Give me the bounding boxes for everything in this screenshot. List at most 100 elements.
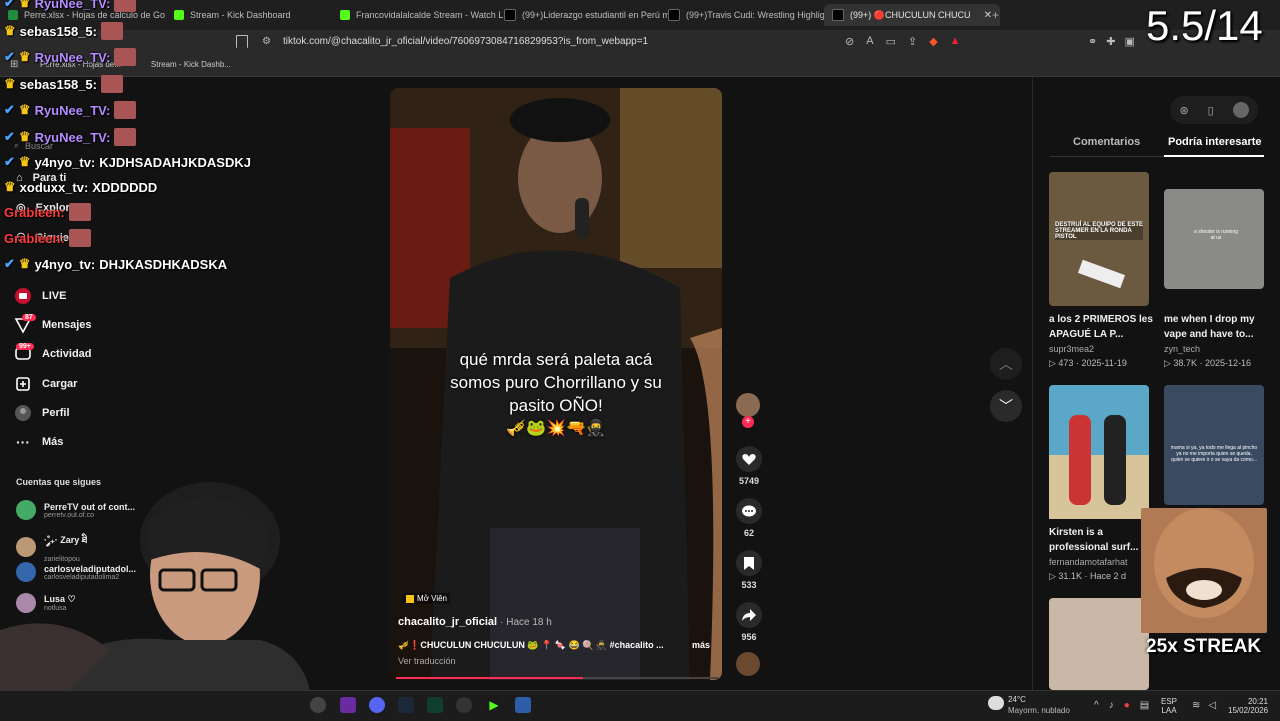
phone-icon[interactable]: ▯	[1208, 104, 1214, 117]
emote-icon	[114, 48, 137, 66]
author-avatar[interactable]	[736, 393, 760, 417]
tab-suggestions[interactable]: Podría interesarte	[1168, 136, 1262, 148]
comment-icon	[736, 498, 762, 524]
tab-tiktok-travis[interactable]: (99+)Travis Cudi: Wrestling Highlight	[660, 4, 836, 26]
video-meta: ▷ 31.1K · Hace 2 d	[1049, 571, 1126, 581]
video-user[interactable]: zyn_tech	[1164, 344, 1200, 354]
chat-message: Grableen:	[4, 203, 91, 221]
extensions-icon[interactable]: ✚	[1106, 35, 1115, 48]
share-count: 956	[741, 632, 757, 642]
bookmark-icon[interactable]	[236, 35, 248, 48]
emote-icon	[68, 203, 91, 221]
video-user[interactable]: fernandamotafarhat	[1049, 557, 1128, 567]
weather-temp[interactable]: 24°C	[1008, 695, 1026, 704]
chat-message: ✔ ♛ RyuNee_TV:	[4, 48, 137, 66]
translate-icon[interactable]: A	[866, 35, 873, 48]
nav-more[interactable]: ··· Más	[14, 433, 63, 451]
share-button[interactable]: 956	[734, 602, 764, 642]
video-user[interactable]: supr3mea2	[1049, 344, 1094, 354]
nav-profile[interactable]: Perfil	[14, 404, 70, 422]
tab-tiktok-active[interactable]: (99+) 🔴CHUCULUN CHUCU ✕	[824, 4, 1000, 26]
wifi-icon[interactable]: ≋	[1192, 700, 1200, 711]
music-disc-icon[interactable]	[736, 652, 760, 676]
caption-line: qué mrda será paleta acá	[459, 350, 653, 369]
emote-icon	[68, 229, 91, 247]
site-settings-icon[interactable]: ⚙	[262, 36, 271, 47]
video-thumbnail[interactable]: a shooter is running at us	[1164, 189, 1264, 289]
folder-icon[interactable]: ▤	[1140, 700, 1149, 711]
coins-icon[interactable]: ⊛	[1179, 104, 1188, 117]
author-name[interactable]: chacalito_jr_oficial	[398, 616, 497, 628]
badge-icon: ✔	[4, 49, 15, 64]
post-time: · Hace 18 h	[500, 617, 552, 628]
steam-icon[interactable]	[398, 697, 414, 713]
url-field[interactable]: tiktok.com/@chacalito_jr_oficial/video/7…	[283, 36, 648, 47]
video-thumbnail[interactable]	[1049, 385, 1149, 519]
weather-desc[interactable]: Mayorm. nublado	[1008, 706, 1070, 715]
cast-icon[interactable]: ▭	[886, 35, 896, 48]
chat-message: ✔ ♛ RyuNee_TV:	[4, 0, 137, 12]
no-tracking-icon[interactable]: ⊘	[845, 35, 854, 48]
more-button[interactable]: más	[692, 640, 710, 650]
record-icon[interactable]: ●	[1124, 700, 1130, 711]
language-layout: LAA	[1161, 706, 1177, 715]
language-indicator[interactable]: ESP LAA	[1161, 697, 1177, 715]
person-image	[1104, 415, 1126, 505]
terminal-icon[interactable]	[427, 697, 443, 713]
share-icon[interactable]: ⇪	[908, 35, 917, 48]
mic-icon[interactable]: ♪	[1109, 700, 1114, 711]
tab-comments[interactable]: Comentarios	[1073, 136, 1140, 148]
messages-badge: 87	[22, 314, 36, 321]
thumbnail-text: DESTRUÍ AL EQUIPO DE ESTE STREAMER EN LA…	[1055, 222, 1144, 240]
user-avatar[interactable]	[1232, 102, 1249, 118]
close-tab-icon[interactable]: ✕	[984, 10, 992, 21]
tab-label: (99+)Travis Cudi: Wrestling Highlight	[686, 10, 833, 20]
settings-icon[interactable]	[456, 697, 472, 713]
bookmark-icon	[736, 550, 762, 576]
tab-kick-dashboard[interactable]: Stream - Kick Dashboard	[166, 4, 342, 26]
video-thumbnail[interactable]: mama si ya, ya todo me llega al pincho y…	[1164, 385, 1264, 505]
tag-label: Mở Viên	[417, 594, 447, 603]
taskbar	[0, 690, 1280, 721]
tab-tiktok-liderazgo[interactable]: (99+)Liderazgo estudiantil en Perú m	[496, 4, 672, 26]
volume-icon[interactable]: ◁	[1208, 700, 1216, 711]
thumbnail-text: mama si ya, ya todo me llega al pincho y…	[1170, 445, 1258, 463]
app-icon[interactable]	[515, 697, 531, 713]
chevron-up-icon[interactable]: ^	[1094, 700, 1099, 711]
video-title[interactable]: Kirsten is a professional surf...	[1049, 525, 1153, 555]
like-button[interactable]: 5749	[734, 446, 764, 486]
video-progress[interactable]	[396, 677, 718, 679]
video-thumbnail[interactable]	[1049, 598, 1149, 690]
chat-message: ✔ ♛ RyuNee_TV:	[4, 128, 137, 146]
video-title[interactable]: a los 2 PRIMEROS les APAGUÉ LA P...	[1049, 312, 1153, 342]
tab-kick-watch[interactable]: Francovidalalcalde Stream - Watch L	[332, 4, 508, 26]
follow-plus-icon[interactable]: +	[742, 416, 754, 428]
comment-button[interactable]: 62	[734, 498, 764, 538]
wallet-icon[interactable]: ▣	[1124, 35, 1134, 48]
save-button[interactable]: 533	[734, 550, 764, 590]
more-icon: ···	[16, 434, 30, 450]
vpn-icon[interactable]: ⚭	[1088, 35, 1097, 48]
clock[interactable]: 20:21 15/02/2026	[1228, 697, 1268, 715]
discord-icon[interactable]	[369, 697, 385, 713]
nav-live[interactable]: LIVE	[14, 287, 66, 305]
nav-label: Mensajes	[42, 319, 92, 331]
upload-icon	[14, 375, 32, 393]
video-tag[interactable]: Mở Viên	[403, 593, 450, 604]
share-arrow-icon	[736, 602, 762, 628]
app-icon[interactable]	[340, 697, 356, 713]
previous-video-button[interactable]: ︿	[990, 348, 1022, 380]
crown-icon: ♛	[18, 0, 31, 10]
brave-shield-icon[interactable]: ◆	[929, 35, 937, 48]
nav-upload[interactable]: Cargar	[14, 375, 77, 393]
video-title[interactable]: me when I drop my vape and have to...	[1164, 312, 1268, 342]
app-icon[interactable]	[310, 697, 326, 713]
bookmark-kick[interactable]: Stream - Kick Dashb...	[151, 60, 231, 69]
play-icon[interactable]: ▶	[486, 697, 502, 713]
video-thumbnail[interactable]: DESTRUÍ AL EQUIPO DE ESTE STREAMER EN LA…	[1049, 172, 1149, 306]
brave-rewards-icon[interactable]: ▲	[950, 35, 961, 48]
translate-link[interactable]: Ver traducción	[398, 656, 456, 666]
post-date: 2025-11-19	[1081, 358, 1127, 368]
next-video-button[interactable]: ﹀	[990, 390, 1022, 422]
new-tab-icon[interactable]: +	[992, 8, 999, 22]
